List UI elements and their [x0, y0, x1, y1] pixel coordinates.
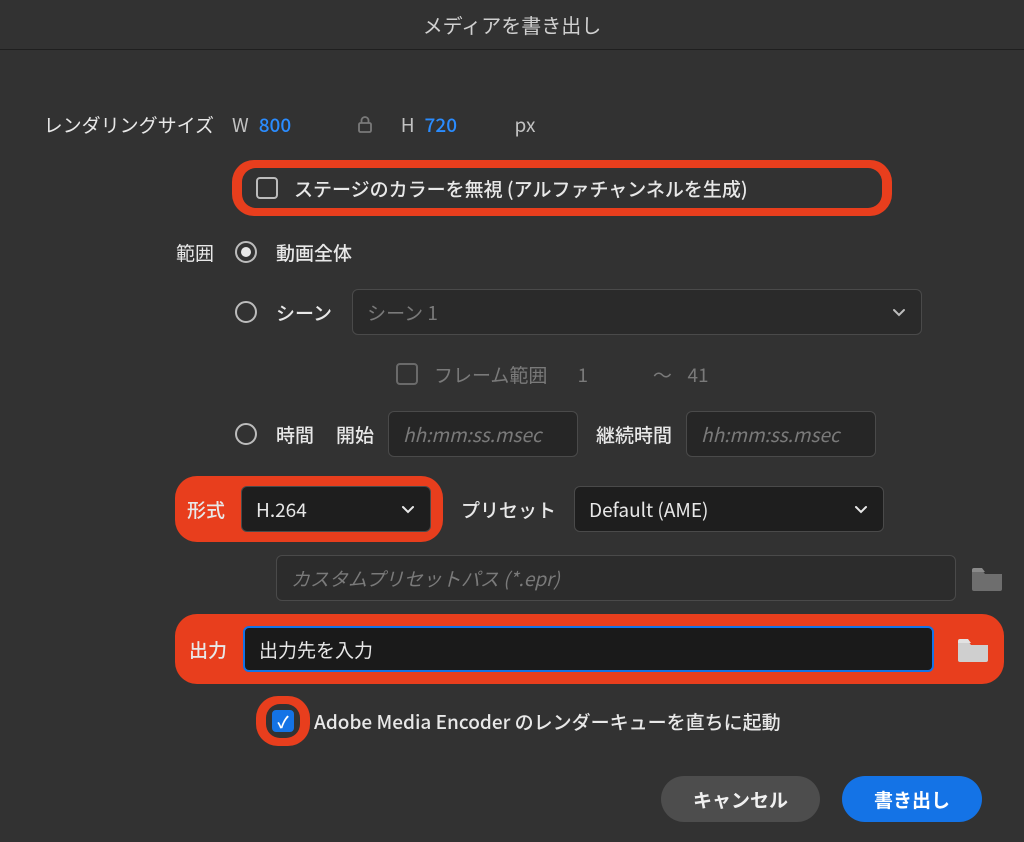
range-time-label: 時間 [276, 421, 336, 448]
render-size-label: レンダリングサイズ [20, 111, 232, 138]
scene-select-value: シーン 1 [367, 299, 438, 326]
cancel-button[interactable]: キャンセル [661, 776, 820, 822]
range-entire-row: 範囲 動画全体 [20, 228, 1004, 276]
custom-preset-row: カスタムプリセットパス (*.epr) [20, 554, 1004, 602]
ignore-stage-inner: ステージのカラーを無視 (アルファチャンネルを生成) [242, 168, 882, 208]
time-dur-input[interactable]: hh:mm:ss.msec [686, 411, 876, 457]
unit-label: px [515, 111, 536, 138]
time-start-input[interactable]: hh:mm:ss.msec [388, 411, 578, 457]
chevron-down-icon [853, 496, 869, 523]
scene-select[interactable]: シーン 1 [352, 289, 922, 335]
ame-highlight [256, 696, 310, 746]
ignore-stage-label: ステージのカラーを無視 (アルファチャンネルを生成) [294, 175, 748, 202]
folder-icon[interactable] [970, 564, 1004, 592]
frame-range-label: フレーム範囲 [434, 361, 547, 388]
range-entire-radio[interactable] [235, 241, 257, 263]
range-scene-row: シーン シーン 1 [20, 288, 1004, 336]
ame-inner [266, 704, 300, 738]
preset-value: Default (AME) [589, 496, 708, 523]
frame-to-label: 41 [687, 361, 708, 388]
output-placeholder: 出力先を入力 [259, 636, 373, 663]
output-row: 出力 出力先を入力 [20, 614, 1004, 684]
ame-label: Adobe Media Encoder のレンダーキューを直ちに起動 [314, 708, 781, 735]
button-bar: キャンセル 書き出し [20, 776, 1004, 822]
output-label: 出力 [189, 636, 227, 663]
export-button[interactable]: 書き出し [842, 776, 982, 822]
height-label: H [401, 111, 415, 138]
custom-preset-placeholder: カスタムプリセットパス (*.epr) [291, 565, 560, 592]
format-highlight: 形式 H.264 [175, 476, 443, 542]
time-start-placeholder: hh:mm:ss.msec [403, 421, 542, 448]
dialog-title: メディアを書き出し [0, 0, 1024, 50]
format-value: H.264 [256, 496, 307, 523]
time-dur-placeholder: hh:mm:ss.msec [701, 421, 840, 448]
chevron-down-icon [891, 299, 907, 326]
ignore-stage-row: ステージのカラーを無視 (アルファチャンネルを生成) [20, 160, 1004, 216]
format-inner: 形式 H.264 [187, 486, 431, 532]
output-highlight: 出力 出力先を入力 [175, 614, 1004, 684]
range-label: 範囲 [20, 239, 232, 266]
ignore-stage-checkbox[interactable] [256, 177, 278, 199]
range-scene-radio[interactable] [235, 301, 257, 323]
frame-from-label: 1 [577, 361, 637, 388]
width-label: W [232, 111, 249, 138]
preset-select[interactable]: Default (AME) [574, 486, 884, 532]
frame-range-checkbox[interactable] [396, 363, 418, 385]
custom-preset-input[interactable]: カスタムプリセットパス (*.epr) [276, 555, 956, 601]
output-input[interactable]: 出力先を入力 [243, 626, 934, 672]
height-value[interactable]: 720 [425, 111, 485, 138]
time-start-label: 開始 [336, 421, 374, 448]
ignore-stage-highlight: ステージのカラーを無視 (アルファチャンネルを生成) [232, 160, 892, 216]
range-scene-label: シーン [276, 299, 332, 326]
time-dur-label: 継続時間 [596, 421, 672, 448]
output-inner: 出力 出力先を入力 [189, 626, 990, 672]
chevron-down-icon [400, 496, 416, 523]
range-time-radio[interactable] [235, 423, 257, 445]
format-select[interactable]: H.264 [241, 486, 431, 532]
format-label: 形式 [187, 496, 225, 523]
ame-checkbox[interactable] [272, 710, 294, 732]
frame-sep-label: 〜 [637, 361, 687, 388]
ame-row: Adobe Media Encoder のレンダーキューを直ちに起動 [20, 696, 1004, 746]
preset-label: プリセット [461, 496, 556, 523]
range-entire-label: 動画全体 [276, 239, 352, 266]
format-row: 形式 H.264 プリセット Default (AME) [20, 476, 1004, 542]
lock-icon[interactable] [349, 108, 381, 140]
render-size-row: レンダリングサイズ W 800 H 720 px [20, 100, 1004, 148]
width-value[interactable]: 800 [259, 111, 319, 138]
folder-icon[interactable] [956, 635, 990, 663]
range-time-row: 時間 開始 hh:mm:ss.msec 継続時間 hh:mm:ss.msec [20, 410, 1004, 458]
frame-range-row: フレーム範囲 1 〜 41 [20, 350, 1004, 398]
dialog-content: レンダリングサイズ W 800 H 720 px ステージのカラーを無視 (アル… [0, 50, 1024, 842]
